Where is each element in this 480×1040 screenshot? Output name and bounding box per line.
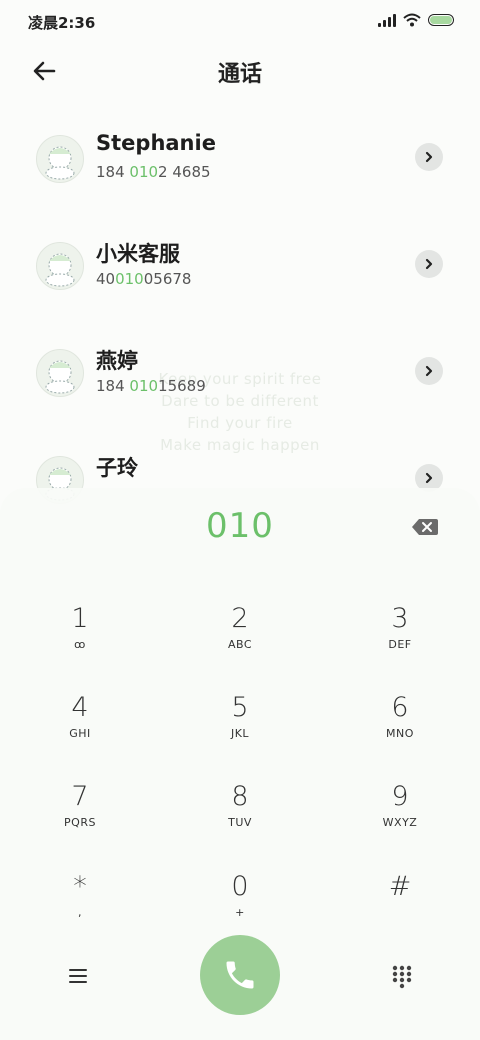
key-letters: , — [78, 906, 82, 919]
key-letters: TUV — [228, 816, 252, 829]
status-icons — [378, 13, 454, 27]
key-digit: 0 — [231, 871, 249, 902]
contact-detail-button[interactable] — [415, 357, 443, 385]
dial-input[interactable]: 010 — [0, 506, 480, 546]
chevron-right-icon — [425, 258, 433, 270]
key-nine[interactable]: 9 WXYZ — [340, 780, 460, 858]
page-title: 通话 — [217, 62, 262, 87]
key-eight[interactable]: 8 TUV — [180, 780, 300, 858]
key-digit: 6 — [391, 692, 409, 723]
contact-number: 184 0102 4685 — [96, 163, 211, 181]
contact-name: 小米客服 — [96, 242, 180, 266]
key-hash[interactable]: # — [340, 870, 460, 948]
key-letters: DEF — [388, 638, 412, 651]
chevron-right-icon — [425, 365, 433, 377]
key-digit: 5 — [231, 692, 249, 723]
contact-name: 燕婷 — [96, 349, 138, 373]
key-letters: JKL — [230, 727, 250, 740]
call-button[interactable] — [200, 935, 280, 1015]
key-letters: GHI — [69, 727, 91, 740]
key-digit: 9 — [391, 781, 409, 812]
contact-number: 184 01015689 — [96, 377, 206, 395]
header: 通话 — [0, 48, 480, 92]
key-letters: WXYZ — [382, 816, 418, 829]
contact-name: 子玲 — [96, 456, 138, 480]
avatar — [36, 242, 84, 290]
avatar — [36, 135, 84, 183]
key-one[interactable]: 1ꝏ — [20, 602, 140, 680]
key-digit: * — [73, 871, 87, 902]
key-letters: ABC — [227, 638, 253, 651]
contact-row[interactable]: 小米客服 4001005678 — [0, 242, 480, 332]
battery-fill — [430, 16, 452, 24]
contact-detail-button[interactable] — [415, 143, 443, 171]
key-seven[interactable]: 7 PQRS — [20, 780, 140, 858]
key-star[interactable]: *, — [20, 870, 140, 948]
chevron-right-icon — [425, 151, 433, 163]
contact-row[interactable]: Stephanie 184 0102 4685 — [0, 131, 480, 225]
battery-icon — [428, 14, 454, 26]
menu-icon — [69, 969, 87, 983]
key-digit: 3 — [391, 603, 409, 634]
key-two[interactable]: 2 ABC — [180, 602, 300, 680]
key-three[interactable]: 3 DEF — [340, 602, 460, 680]
key-digit: 1 — [71, 603, 89, 634]
contact-row[interactable]: 燕婷 184 01015689 — [0, 349, 480, 439]
signal-icon — [378, 13, 396, 27]
menu-button[interactable] — [62, 964, 94, 988]
status-time: 凌晨2:36 — [28, 14, 96, 32]
voicemail-label: ꝏ — [74, 638, 86, 651]
key-letters: + — [235, 906, 245, 919]
wifi-icon — [403, 13, 421, 27]
key-letters: MNO — [386, 727, 414, 740]
key-digit: 8 — [231, 781, 249, 812]
status-bar: 凌晨2:36 — [0, 0, 480, 44]
contact-detail-button[interactable] — [415, 250, 443, 278]
phone-icon — [226, 961, 254, 989]
contact-number: 4001005678 — [96, 270, 192, 288]
chevron-right-icon — [425, 472, 433, 484]
key-digit: 2 — [231, 603, 249, 634]
backspace-icon — [412, 519, 438, 535]
key-digit: 4 — [71, 692, 89, 723]
key-six[interactable]: 6 MNO — [340, 691, 460, 769]
dialer-panel: 010 1 ꝏ 2 ABC 3 DEF 4 GHI 5 JKL 6 MNO 7 PQRS 8 TUV 9 WXYZ… — [0, 488, 480, 1040]
dialpad-icon — [392, 965, 412, 989]
keypad-toggle-button[interactable] — [388, 962, 416, 990]
key-digit: 7 — [71, 781, 89, 812]
key-letters: PQRS — [64, 816, 96, 829]
key-four[interactable]: 4 GHI — [20, 691, 140, 769]
backspace-button[interactable] — [410, 516, 440, 538]
key-five[interactable]: 5 JKL — [180, 691, 300, 769]
contact-name: Stephanie — [96, 131, 216, 155]
avatar — [36, 349, 84, 397]
key-digit: # — [388, 871, 412, 902]
